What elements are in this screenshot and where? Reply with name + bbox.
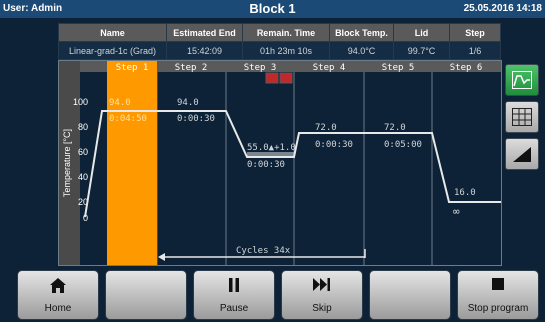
- step-6-header: Step 6: [450, 63, 483, 73]
- block-temp-value: 94.0°C: [329, 41, 394, 60]
- col-header-estimated-end: Estimated End: [166, 23, 243, 42]
- cycles-arrow-head: [158, 253, 165, 261]
- screen: User: Admin Block 1 25.05.2016 14:18 Nam…: [0, 0, 545, 322]
- skip-label: Skip: [312, 303, 332, 314]
- temperature-profile: Step 1 Step 2 Step 3 Step 4 Step 5 Step …: [58, 60, 502, 266]
- current-step-value: 1/6: [449, 41, 501, 60]
- step-4-time: 0:00:30: [315, 140, 353, 150]
- col-header-block-temp: Block Temp.: [329, 23, 394, 42]
- skip-button[interactable]: Skip: [281, 270, 363, 320]
- y-tick-40: 40: [78, 172, 88, 182]
- col-header-remaining-time: Remain. Time: [242, 23, 330, 42]
- step-2-header: Step 2: [175, 63, 208, 73]
- table-view-button[interactable]: [505, 101, 539, 133]
- home-button[interactable]: Home: [17, 270, 99, 320]
- estimated-end-value: 15:42:09: [166, 41, 243, 60]
- step-2-temp: 94.0: [177, 98, 199, 108]
- step-6-time: ∞: [453, 205, 460, 218]
- y-axis-label: Temperature [°C]: [62, 129, 72, 197]
- cycle-flag: [279, 72, 293, 84]
- step-1-temp: 94.0: [109, 98, 131, 108]
- lid-temp-value: 99.7°C: [393, 41, 450, 60]
- step-5-temp: 72.0: [384, 123, 406, 133]
- skip-icon: [313, 278, 330, 291]
- active-step-highlight: [107, 61, 157, 265]
- run-info-value-row: Linear-grad-1c (Grad) 15:42:09 01h 23m 1…: [58, 41, 501, 60]
- step-4-temp: 72.0: [315, 123, 337, 133]
- stop-icon: [492, 278, 504, 290]
- pause-button[interactable]: Pause: [193, 270, 275, 320]
- cycle-flag: [265, 72, 279, 84]
- run-info-table: Name Estimated End Remain. Time Block Te…: [58, 23, 501, 60]
- step-1-header: Step 1: [116, 63, 149, 73]
- ramp-icon: [513, 147, 531, 162]
- profile-view-button[interactable]: [505, 64, 539, 96]
- program-name: Linear-grad-1c (Grad): [58, 41, 167, 60]
- empty-button-2[interactable]: [369, 270, 451, 320]
- cycles-label: Cycles 34x: [236, 246, 291, 256]
- col-header-step: Step: [449, 23, 501, 42]
- pause-icon: [229, 278, 239, 292]
- grid-icon: [512, 108, 532, 126]
- step-5-time: 0:05:00: [384, 140, 422, 150]
- top-bar: User: Admin Block 1 25.05.2016 14:18: [0, 0, 545, 18]
- pause-label: Pause: [219, 303, 249, 314]
- step-5-header: Step 5: [382, 63, 415, 73]
- y-tick-100: 100: [73, 97, 88, 107]
- step-2-time: 0:00:30: [177, 114, 215, 124]
- step-3-temp: 55.0▲+1.0: [247, 143, 296, 153]
- remaining-time-value: 01h 23m 10s: [242, 41, 330, 60]
- y-tick-60: 60: [78, 147, 88, 157]
- run-info-header-row: Name Estimated End Remain. Time Block Te…: [58, 23, 501, 42]
- y-tick-80: 80: [78, 122, 88, 132]
- stop-program-label: Stop program: [467, 303, 529, 314]
- home-label: Home: [44, 303, 72, 314]
- ramp-view-button[interactable]: [505, 138, 539, 170]
- step-3-header: Step 3: [244, 63, 277, 73]
- col-header-name: Name: [58, 23, 167, 42]
- step-4-header: Step 4: [313, 63, 346, 73]
- chart-line-icon: [512, 71, 532, 89]
- step-1-time: 0:04:50: [109, 114, 147, 124]
- empty-button-1[interactable]: [105, 270, 187, 320]
- home-icon: [50, 278, 66, 293]
- stop-program-button[interactable]: Stop program: [457, 270, 539, 320]
- step-6-temp: 16.0: [454, 188, 476, 198]
- date-time: 25.05.2016 14:18: [463, 3, 542, 14]
- step-3-time: 0:00:30: [247, 160, 285, 170]
- col-header-lid: Lid: [393, 23, 450, 42]
